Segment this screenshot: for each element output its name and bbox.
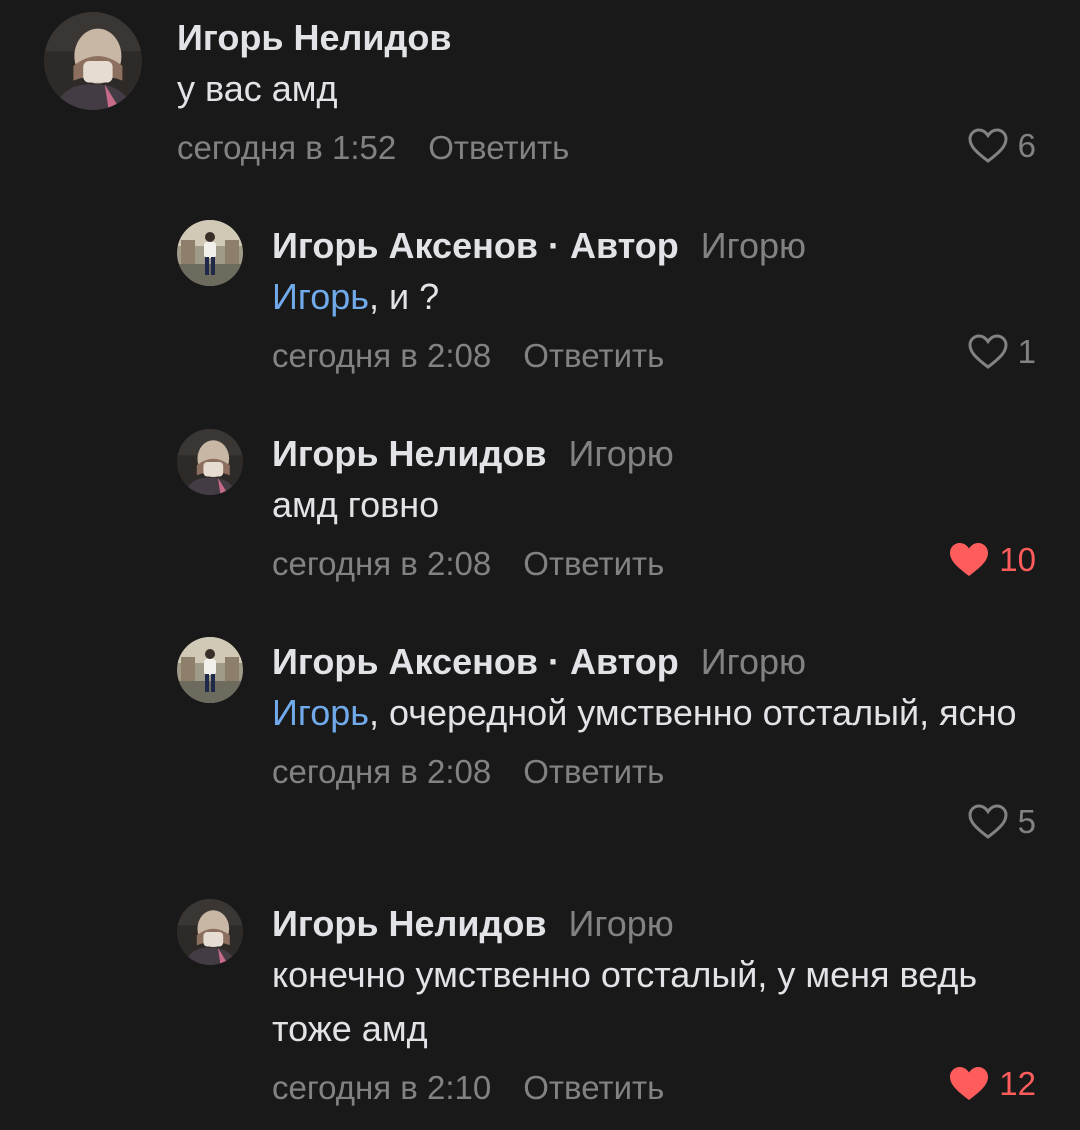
comment-text-body: конечно умственно отсталый, у меня ведь … <box>272 954 978 1049</box>
comment-header: Игорь Нелидов Игорю <box>272 902 1036 946</box>
comment-text-body: , и ? <box>369 276 440 317</box>
comment-text: конечно умственно отсталый, у меня ведь … <box>272 948 1036 1056</box>
comment-text-body: , очередной умственно отсталый, ясно <box>369 692 1017 733</box>
reply-button[interactable]: Ответить <box>523 1069 664 1106</box>
avatar[interactable] <box>44 12 142 110</box>
heart-outline-icon <box>968 128 1008 163</box>
comment-meta: сегодня в 2:08 Ответить <box>272 750 1036 794</box>
comment-text: амд говно <box>272 478 1036 532</box>
comment-header: Игорь Нелидов Игорю <box>272 432 1036 476</box>
avatar[interactable] <box>177 637 243 703</box>
comment-time[interactable]: сегодня в 2:08 <box>272 337 491 374</box>
author-name[interactable]: Игорь Аксенов · Автор <box>272 225 679 266</box>
author-name[interactable]: Игорь Нелидов <box>272 433 547 474</box>
like-button[interactable]: 1 <box>968 330 1036 374</box>
comment-header: Игорь Аксенов · Автор Игорю <box>272 224 1036 268</box>
avatar[interactable] <box>177 220 243 286</box>
comment-time[interactable]: сегодня в 2:08 <box>272 753 491 790</box>
comment-text-body: у вас амд <box>177 68 338 109</box>
reply-to-label[interactable]: Игорю <box>701 641 806 682</box>
avatar-image <box>177 429 243 495</box>
like-button[interactable]: 12 <box>949 1062 1036 1106</box>
reply-button[interactable]: Ответить <box>523 753 664 790</box>
author-name[interactable]: Игорь Нелидов <box>272 903 547 944</box>
avatar-image <box>177 637 243 703</box>
author-name[interactable]: Игорь Аксенов · Автор <box>272 641 679 682</box>
comment-time[interactable]: сегодня в 2:08 <box>272 545 491 582</box>
comment-text-body: амд говно <box>272 484 440 525</box>
comment-meta: сегодня в 2:10 Ответить <box>272 1066 1036 1110</box>
avatar-image <box>177 220 243 286</box>
comment-meta: сегодня в 2:08 Ответить <box>272 334 1036 378</box>
reply-button[interactable]: Ответить <box>428 129 569 166</box>
comment-text: Игорь, очередной умственно отсталый, ясн… <box>272 686 1036 740</box>
reply-button[interactable]: Ответить <box>523 545 664 582</box>
heart-filled-icon <box>950 543 989 576</box>
like-count: 1 <box>1017 333 1036 370</box>
avatar-image <box>44 12 142 110</box>
reply-button[interactable]: Ответить <box>523 337 664 374</box>
heart-outline-icon <box>968 804 1008 839</box>
heart-filled-icon <box>950 1067 989 1100</box>
avatar[interactable] <box>177 429 243 495</box>
avatar-image <box>177 899 243 965</box>
avatar[interactable] <box>177 899 243 965</box>
comment-text: у вас амд <box>177 62 1036 116</box>
reply-to-label[interactable]: Игорю <box>569 903 674 944</box>
comment-header: Игорь Нелидов <box>177 16 1036 60</box>
comment-time[interactable]: сегодня в 1:52 <box>177 129 396 166</box>
heart-outline-icon <box>968 334 1008 369</box>
like-count: 10 <box>999 541 1036 578</box>
comment-header: Игорь Аксенов · Автор Игорю <box>272 640 1036 684</box>
mention-link[interactable]: Игорь <box>272 276 369 317</box>
like-count: 5 <box>1017 803 1036 840</box>
mention-link[interactable]: Игорь <box>272 692 369 733</box>
reply-to-label[interactable]: Игорю <box>569 433 674 474</box>
like-button[interactable]: 5 <box>968 800 1036 844</box>
like-count: 12 <box>999 1065 1036 1102</box>
like-button[interactable]: 6 <box>968 124 1036 168</box>
comment-meta: сегодня в 1:52 Ответить <box>177 126 1036 170</box>
author-name[interactable]: Игорь Нелидов <box>177 17 452 58</box>
like-button[interactable]: 10 <box>949 538 1036 582</box>
comment-meta: сегодня в 2:08 Ответить <box>272 542 1036 586</box>
reply-to-label[interactable]: Игорю <box>701 225 806 266</box>
comment-time[interactable]: сегодня в 2:10 <box>272 1069 491 1106</box>
comment-text: Игорь, и ? <box>272 270 1036 324</box>
like-count: 6 <box>1017 127 1036 164</box>
